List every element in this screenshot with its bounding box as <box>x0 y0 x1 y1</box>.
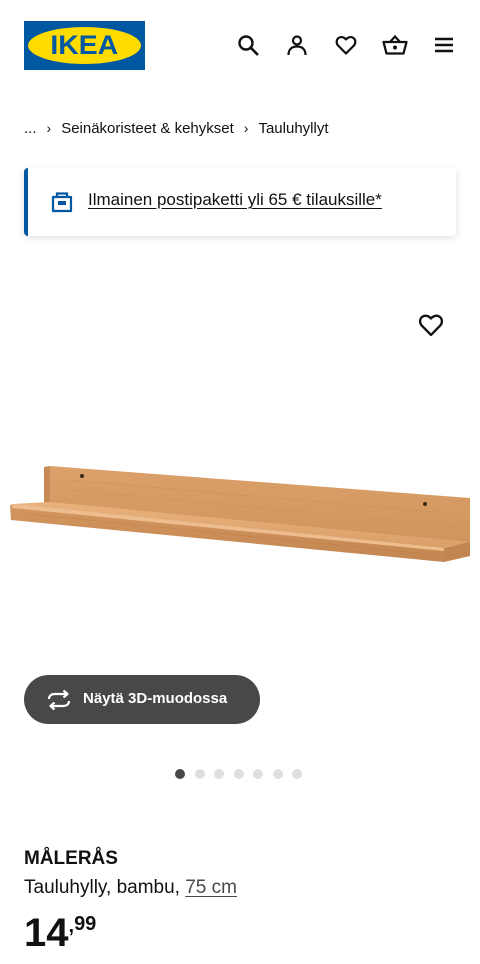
breadcrumb: ... › Seinäkoristeet & kehykset › Tauluh… <box>24 118 329 138</box>
chevron-right-icon: › <box>46 120 52 136</box>
gallery-dot[interactable] <box>272 769 283 779</box>
breadcrumb-ellipsis[interactable]: ... <box>24 120 37 137</box>
delivery-box-icon <box>50 190 74 214</box>
product-price: 14, 99 <box>24 910 96 956</box>
product-image <box>8 462 472 570</box>
breadcrumb-item-picture-ledges[interactable]: Tauluhyllyt <box>258 120 328 137</box>
gallery-pagination <box>175 769 312 779</box>
view-3d-label: Näytä 3D-muodossa <box>83 690 228 707</box>
product-name: MÅLERÅS <box>24 848 118 869</box>
add-to-favourites-button[interactable] <box>417 311 445 339</box>
free-delivery-banner: Ilmainen postipaketti yli 65 € tilauksil… <box>24 168 456 236</box>
gallery-dot[interactable] <box>175 769 185 779</box>
gallery-dot[interactable] <box>253 769 263 779</box>
gallery-dot[interactable] <box>194 769 205 779</box>
menu-icon[interactable] <box>429 30 459 60</box>
ikea-logo[interactable]: IKEA <box>24 21 145 70</box>
gallery-dot[interactable] <box>214 769 224 779</box>
gallery-dot[interactable] <box>292 769 302 779</box>
user-icon[interactable] <box>282 30 312 60</box>
product-description: Tauluhylly, bambu, 75 cm <box>24 877 237 899</box>
basket-icon[interactable] <box>380 30 410 60</box>
view-3d-button[interactable]: Näytä 3D-muodossa <box>24 675 260 724</box>
heart-icon[interactable] <box>331 30 361 60</box>
rotate-3d-icon <box>46 688 71 712</box>
price-decimal: 99 <box>74 913 97 935</box>
product-size-link[interactable]: 75 cm <box>185 877 237 898</box>
price-integer: 14 <box>24 911 69 955</box>
gallery-dot[interactable] <box>233 769 244 779</box>
search-icon[interactable] <box>233 30 263 60</box>
header: IKEA <box>0 0 480 92</box>
breadcrumb-item-wall-decor[interactable]: Seinäkoristeet & kehykset <box>61 120 234 137</box>
logo-oval: IKEA <box>28 27 141 64</box>
free-delivery-link[interactable]: Ilmainen postipaketti yli 65 € tilauksil… <box>88 190 382 210</box>
chevron-right-icon: › <box>243 120 249 136</box>
logo-text: IKEA <box>50 30 119 60</box>
product-type: Tauluhylly, bambu, <box>24 877 186 898</box>
